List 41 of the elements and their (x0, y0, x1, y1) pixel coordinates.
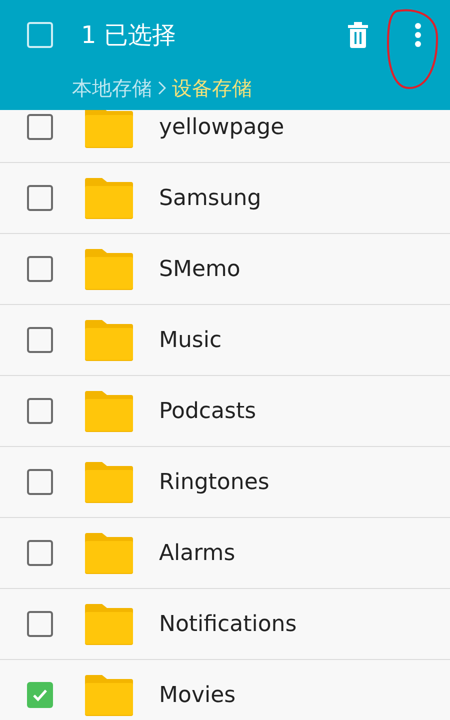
row-checkbox[interactable] (27, 327, 53, 353)
folder-row[interactable]: Podcasts (0, 376, 450, 447)
folder-name: yellowpage (159, 114, 284, 142)
folder-name: Alarms (159, 540, 236, 568)
selection-title: 1 已选择 (81, 20, 176, 51)
folder-row[interactable]: Notifications (0, 589, 450, 660)
folder-row[interactable]: Ringtones (0, 447, 450, 518)
more-options-icon[interactable] (414, 23, 422, 47)
chevron-icon (158, 81, 166, 95)
folder-name: Notifications (159, 610, 297, 638)
row-checkbox[interactable] (27, 398, 53, 424)
folder-icon (84, 319, 134, 361)
row-checkbox[interactable] (27, 469, 53, 495)
folder-row[interactable]: Alarms (0, 518, 450, 589)
row-checkbox[interactable] (27, 185, 53, 211)
folder-row[interactable]: Samsung (0, 163, 450, 234)
folder-row[interactable]: yellowpage (0, 110, 450, 163)
folder-name: SMemo (159, 256, 240, 284)
row-checkbox[interactable] (27, 682, 53, 708)
folder-icon (84, 461, 134, 503)
folder-name: Music (159, 326, 222, 354)
select-all-checkbox[interactable] (27, 22, 53, 48)
folder-icon (84, 390, 134, 432)
folder-row[interactable]: Movies (0, 660, 450, 720)
folder-name: Ringtones (159, 468, 270, 496)
folder-icon (84, 674, 134, 716)
folder-icon (84, 603, 134, 645)
folder-icon (84, 177, 134, 219)
row-checkbox[interactable] (27, 114, 53, 140)
folder-row[interactable]: Music (0, 305, 450, 376)
trash-icon[interactable] (346, 22, 370, 48)
folder-icon (84, 532, 134, 574)
folder-icon (84, 110, 134, 148)
row-checkbox[interactable] (27, 256, 53, 282)
folder-name: Podcasts (159, 398, 256, 426)
folder-row[interactable]: SMemo (0, 234, 450, 305)
folder-name: Movies (159, 682, 236, 710)
row-checkbox[interactable] (27, 540, 53, 566)
row-checkbox[interactable] (27, 611, 53, 637)
folder-name: Samsung (159, 184, 262, 212)
folder-icon (84, 248, 134, 290)
